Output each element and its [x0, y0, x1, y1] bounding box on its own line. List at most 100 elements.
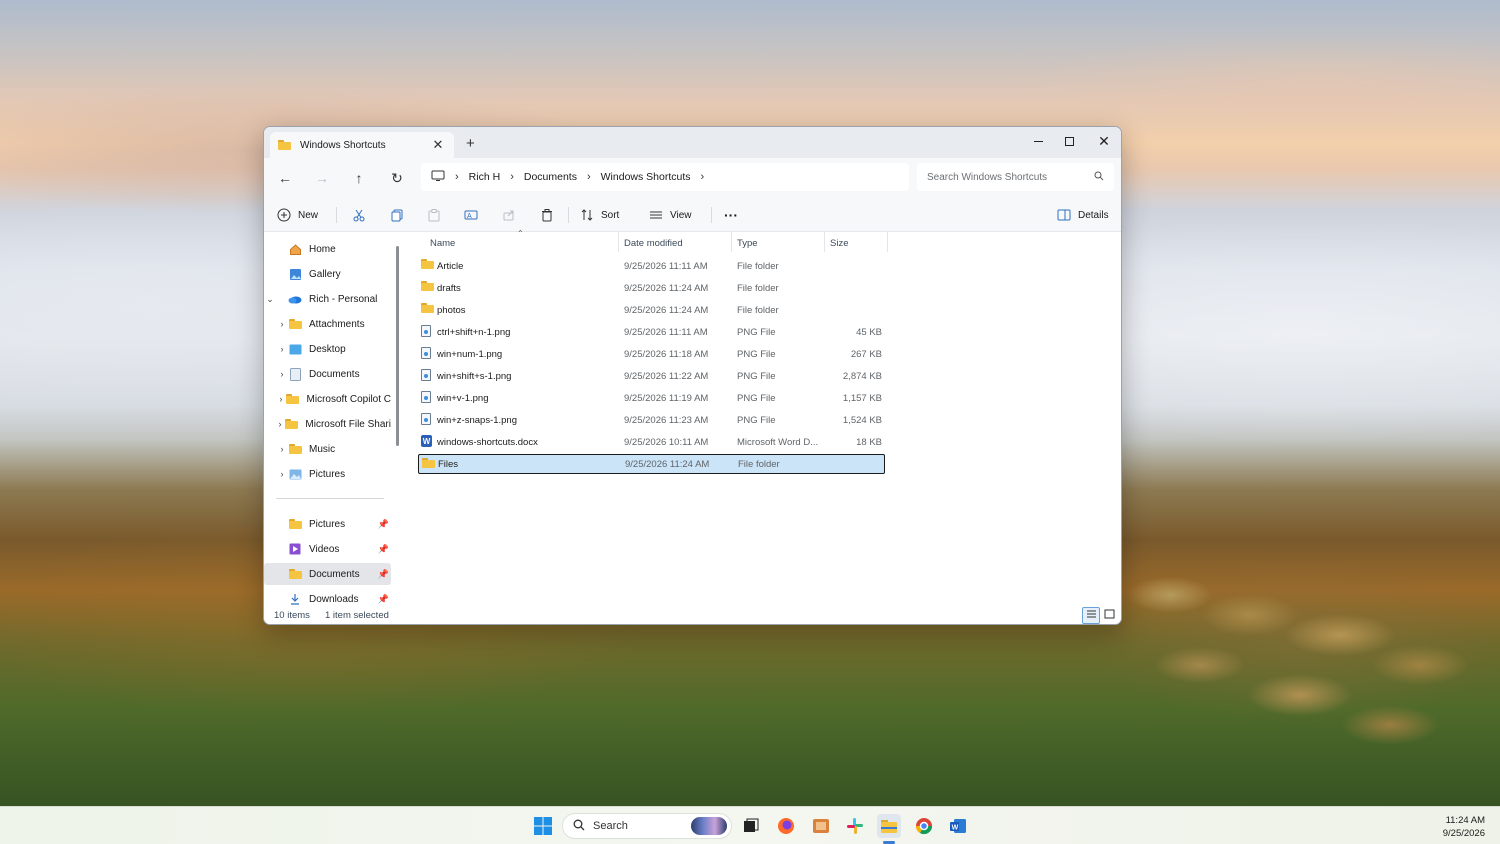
breadcrumb-chevron-icon[interactable]: › [455, 171, 459, 183]
details-pane-button[interactable]: Details [1056, 206, 1109, 224]
tab-windows-shortcuts[interactable]: Windows Shortcuts ✕ [270, 132, 454, 158]
pin-icon[interactable]: 📌 [378, 519, 389, 530]
sidebar-item-documents-quick[interactable]: Documents 📌 [264, 563, 391, 585]
file-explorer-button[interactable] [877, 814, 901, 838]
sidebar-item-microsoft-copilot[interactable]: › Microsoft Copilot C [264, 388, 391, 410]
rename-button[interactable]: A [463, 206, 485, 224]
details-view-button[interactable] [1082, 607, 1100, 624]
more-options-button[interactable]: ··· [724, 206, 738, 224]
taskbar-search[interactable]: Search [562, 813, 732, 839]
folder-icon [286, 392, 300, 406]
tab-close-button[interactable]: ✕ [430, 137, 446, 153]
firefox-button[interactable] [774, 814, 798, 838]
column-header-type[interactable]: Type [737, 238, 758, 249]
sort-button[interactable]: Sort [579, 206, 619, 224]
sidebar-item-pictures-onedrive[interactable]: › Pictures [264, 463, 391, 485]
search-input[interactable]: Search Windows Shortcuts [917, 163, 1114, 191]
file-row[interactable]: win+shift+s-1.png 9/25/2026 11:22 AM PNG… [418, 366, 885, 386]
slack-button[interactable] [843, 814, 867, 838]
column-header-name[interactable]: Name [430, 238, 455, 249]
pin-icon[interactable]: 📌 [378, 594, 389, 605]
address-bar[interactable]: › Rich H › Documents › Windows Shortcuts… [421, 163, 909, 191]
sidebar-item-home[interactable]: Home [264, 238, 391, 260]
file-size: 1,524 KB [842, 414, 882, 426]
sidebar-item-music[interactable]: › Music [264, 438, 391, 460]
file-row[interactable]: photos 9/25/2026 11:24 AM File folder [418, 300, 885, 320]
paste-button[interactable] [426, 206, 448, 224]
sidebar-item-microsoft-file-share[interactable]: › Microsoft File Shari [264, 413, 391, 435]
breadcrumb-rich-h[interactable]: Rich H [469, 171, 501, 183]
sidebar-item-gallery[interactable]: Gallery [264, 263, 391, 285]
back-button[interactable]: ← [273, 168, 297, 188]
file-type: PNG File [737, 326, 776, 338]
chevron-right-icon[interactable]: › [276, 319, 288, 329]
breadcrumb-documents[interactable]: Documents [524, 171, 577, 183]
png-file-icon [421, 325, 434, 338]
share-button[interactable] [501, 206, 523, 224]
sort-icon [579, 207, 595, 223]
file-row[interactable]: Article 9/25/2026 11:11 AM File folder [418, 256, 885, 276]
forward-button[interactable]: → [310, 168, 334, 188]
pin-icon[interactable]: 📌 [378, 569, 389, 580]
delete-button[interactable] [539, 206, 561, 224]
search-highlight-icon [691, 817, 727, 835]
maximize-button[interactable] [1051, 130, 1087, 152]
chevron-right-icon[interactable]: › [276, 469, 288, 479]
sidebar-item-desktop[interactable]: › Desktop [264, 338, 391, 360]
breadcrumb-chevron-icon[interactable]: › [587, 171, 591, 183]
breadcrumb-windows-shortcuts[interactable]: Windows Shortcuts [601, 171, 691, 183]
breadcrumb-chevron-icon[interactable]: › [701, 171, 705, 183]
file-row[interactable]: ctrl+shift+n-1.png 9/25/2026 11:11 AM PN… [418, 322, 885, 342]
pin-icon[interactable]: 📌 [378, 544, 389, 555]
sidebar-item-attachments[interactable]: › Attachments [264, 313, 391, 335]
sidebar-item-pictures[interactable]: Pictures 📌 [264, 513, 391, 535]
cut-button[interactable] [351, 206, 373, 224]
start-button[interactable] [531, 814, 555, 838]
chrome-icon [915, 818, 933, 835]
file-name: Files [438, 458, 459, 470]
file-row[interactable]: win+num-1.png 9/25/2026 11:18 AM PNG Fil… [418, 344, 885, 364]
folder-icon [288, 442, 302, 456]
sort-ascending-icon: ⌃ [517, 229, 524, 238]
chrome-button[interactable] [912, 814, 936, 838]
app-button[interactable] [809, 814, 833, 838]
task-view-button[interactable] [739, 814, 763, 838]
column-header-date-modified[interactable]: Date modified [624, 238, 683, 249]
copy-icon [389, 207, 405, 223]
view-button[interactable]: View [648, 206, 692, 224]
sidebar-item-label: Pictures [309, 518, 346, 530]
file-row[interactable]: win+v-1.png 9/25/2026 11:19 AM PNG File … [418, 388, 885, 408]
file-row[interactable]: win+z-snaps-1.png 9/25/2026 11:23 AM PNG… [418, 410, 885, 430]
computer-icon[interactable] [431, 170, 445, 185]
sidebar-item-label: Pictures [309, 468, 346, 480]
close-window-button[interactable]: ✕ [1086, 130, 1121, 152]
sidebar-item-label: Music [309, 443, 336, 455]
sidebar-item-videos[interactable]: Videos 📌 [264, 538, 391, 560]
up-button[interactable]: ↑ [347, 168, 371, 188]
column-header-size[interactable]: Size [830, 238, 848, 249]
folder-icon [285, 417, 299, 431]
file-row[interactable]: W windows-shortcuts.docx 9/25/2026 10:11… [418, 432, 885, 452]
system-clock[interactable]: 11:24 AM 9/25/2026 [1443, 814, 1485, 840]
chevron-down-icon[interactable]: ⌄ [264, 294, 276, 305]
chevron-right-icon[interactable]: › [275, 394, 286, 404]
sidebar-item-documents[interactable]: › Documents [264, 363, 391, 385]
chevron-right-icon[interactable]: › [276, 444, 288, 454]
sidebar-scrollbar[interactable] [396, 246, 399, 446]
copy-button[interactable] [389, 206, 411, 224]
chevron-right-icon[interactable]: › [276, 369, 288, 379]
refresh-button[interactable]: ↻ [385, 168, 409, 188]
trash-icon [539, 207, 555, 223]
chevron-right-icon[interactable]: › [276, 344, 288, 354]
new-tab-button[interactable]: + [466, 135, 475, 152]
new-button[interactable]: New [276, 206, 318, 224]
png-file-icon [421, 369, 434, 382]
chevron-right-icon[interactable]: › [275, 419, 286, 429]
gallery-icon [288, 267, 302, 281]
breadcrumb-chevron-icon[interactable]: › [510, 171, 514, 183]
large-icons-view-button[interactable] [1100, 607, 1118, 624]
word-button[interactable]: W [946, 814, 970, 838]
sidebar-item-rich-personal[interactable]: ⌄ Rich - Personal [264, 288, 391, 310]
file-row-selected[interactable]: Files 9/25/2026 11:24 AM File folder [418, 454, 885, 474]
file-row[interactable]: drafts 9/25/2026 11:24 AM File folder [418, 278, 885, 298]
